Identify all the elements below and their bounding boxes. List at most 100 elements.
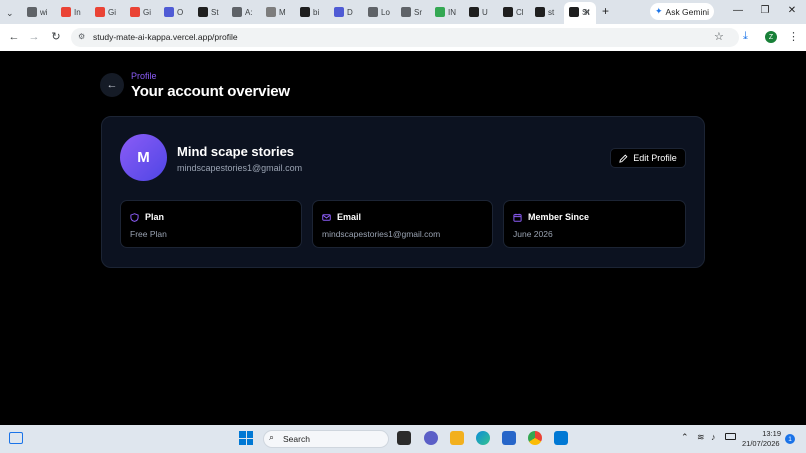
- forward-arrow-icon[interactable]: →: [27, 30, 41, 44]
- clock-time[interactable]: 13:19: [755, 429, 781, 438]
- browser-tab[interactable]: St: [569, 4, 595, 20]
- browser-tab-label: St: [211, 7, 219, 17]
- browser-tab-label: U: [482, 7, 488, 17]
- info-card-label: Plan: [145, 212, 165, 222]
- url-text[interactable]: study-mate-ai-kappa.vercel.app/profile: [93, 32, 238, 43]
- browser-tab-label: Cl: [516, 7, 524, 17]
- clock-date[interactable]: 21/07/2026: [742, 439, 780, 448]
- browser-tab-label: wi: [40, 7, 48, 17]
- vscode-icon[interactable]: [554, 431, 568, 445]
- browser-tab[interactable]: bi: [300, 4, 330, 20]
- profile-avatar[interactable]: Z: [765, 31, 777, 43]
- notification-badge[interactable]: 1: [785, 434, 795, 444]
- ask-gemini-label: Ask Gemini: [665, 6, 709, 17]
- browser-tab-label: st: [548, 7, 555, 17]
- edge-browser-icon[interactable]: [476, 431, 490, 445]
- gmail-icon: [61, 7, 71, 17]
- bookmark-icon: [435, 7, 445, 17]
- site-info-icon[interactable]: ⚙: [78, 32, 85, 41]
- back-button[interactable]: ←: [100, 73, 124, 97]
- browser-tab[interactable]: M: [266, 4, 296, 20]
- app-icon: [569, 7, 579, 17]
- shield-icon: [130, 212, 139, 222]
- ai-icon: [469, 7, 479, 17]
- task-view-icon[interactable]: [397, 431, 411, 445]
- ask-gemini-button[interactable]: ✦ Ask Gemini: [650, 3, 714, 20]
- wifi-icon[interactable]: ≋: [697, 432, 705, 443]
- browser-tab[interactable]: In: [61, 4, 91, 20]
- browser-tab[interactable]: st: [535, 4, 565, 20]
- github-icon: [198, 7, 208, 17]
- browser-tab[interactable]: A:: [232, 4, 262, 20]
- tab-search-button[interactable]: ⌄: [6, 5, 18, 21]
- browser-tab[interactable]: St: [198, 4, 228, 20]
- windows-start-icon[interactable]: [239, 431, 253, 445]
- teams-chat-icon[interactable]: [424, 431, 438, 445]
- widgets-icon[interactable]: [9, 432, 23, 444]
- browser-tab-label: Lo: [381, 7, 390, 17]
- browser-tab-label: D: [347, 7, 353, 17]
- breadcrumb: Profile: [131, 71, 157, 81]
- browser-tab-label: Gi: [143, 7, 151, 17]
- browser-tab[interactable]: wi: [27, 4, 57, 20]
- taskbar-search-placeholder: Search: [283, 434, 310, 444]
- minimize-button[interactable]: —: [730, 4, 746, 18]
- browser-tab[interactable]: Lo: [368, 4, 398, 20]
- info-card-value: mindscapestories1@gmail.com: [322, 229, 441, 239]
- browser-tab[interactable]: Gi: [95, 4, 125, 20]
- gmail-icon: [95, 7, 105, 17]
- browser-tab[interactable]: Sr: [401, 4, 431, 20]
- microsoft-store-icon[interactable]: [502, 431, 516, 445]
- browser-tab-label: M: [279, 7, 286, 17]
- browser-tab-label: In: [74, 7, 81, 17]
- app-icon: [535, 7, 545, 17]
- gmail-icon: [130, 7, 140, 17]
- mail-icon: [322, 213, 331, 221]
- edit-profile-label: Edit Profile: [633, 153, 677, 163]
- back-arrow-icon[interactable]: ←: [7, 30, 21, 44]
- link-icon: [368, 7, 378, 17]
- reload-icon[interactable]: ↻: [49, 30, 63, 44]
- shield-icon: [266, 7, 276, 17]
- close-tab-icon[interactable]: ✕: [583, 4, 591, 20]
- info-card-plan: Plan Free Plan: [120, 200, 302, 248]
- browser-tab[interactable]: IN: [435, 4, 465, 20]
- info-card-label: Member Since: [528, 212, 590, 222]
- circle-icon: [164, 7, 174, 17]
- download-icon[interactable]: ⤓: [743, 30, 748, 43]
- globe-icon: [232, 7, 242, 17]
- browser-tab-label: Sr: [414, 7, 422, 17]
- browser-tab[interactable]: O: [164, 4, 194, 20]
- page-title: Your account overview: [131, 83, 290, 100]
- search-icon: ⌕: [269, 432, 275, 442]
- browser-tab[interactable]: Cl: [503, 4, 533, 20]
- battery-icon[interactable]: [725, 433, 736, 440]
- restore-button[interactable]: ❐: [757, 4, 773, 18]
- shield-icon: [503, 7, 513, 17]
- bookmark-star-icon[interactable]: ☆: [714, 30, 724, 43]
- volume-icon[interactable]: ♪: [711, 432, 716, 442]
- info-card-value: June 2026: [513, 229, 553, 239]
- info-card-value: Free Plan: [130, 229, 167, 239]
- taskbar-search-input[interactable]: [263, 430, 389, 448]
- browser-tab[interactable]: U: [469, 4, 499, 20]
- globe-icon: [401, 7, 411, 17]
- browser-tab[interactable]: D: [334, 4, 364, 20]
- calendar-icon: [513, 213, 522, 222]
- edit-profile-button[interactable]: Edit Profile: [610, 148, 686, 168]
- browser-tab-label: Gi: [108, 7, 116, 17]
- browser-tab-label: O: [177, 7, 184, 17]
- user-name: Mind scape stories: [177, 144, 295, 159]
- info-card-email: Email mindscapestories1@gmail.com: [312, 200, 493, 248]
- chevron-up-icon[interactable]: ⌃: [681, 432, 689, 443]
- file-explorer-icon[interactable]: [450, 431, 464, 445]
- info-card-member-since: Member Since June 2026: [503, 200, 686, 248]
- browser-tab[interactable]: Gi: [130, 4, 160, 20]
- pencil-icon: [619, 154, 628, 163]
- chrome-browser-icon[interactable]: [528, 431, 542, 445]
- avatar: M: [120, 134, 167, 181]
- new-tab-button[interactable]: +: [602, 4, 609, 18]
- close-window-button[interactable]: ✕: [784, 4, 800, 18]
- menu-kebab-icon[interactable]: ⋮: [788, 30, 799, 43]
- arrow-left-icon: ←: [106, 79, 118, 91]
